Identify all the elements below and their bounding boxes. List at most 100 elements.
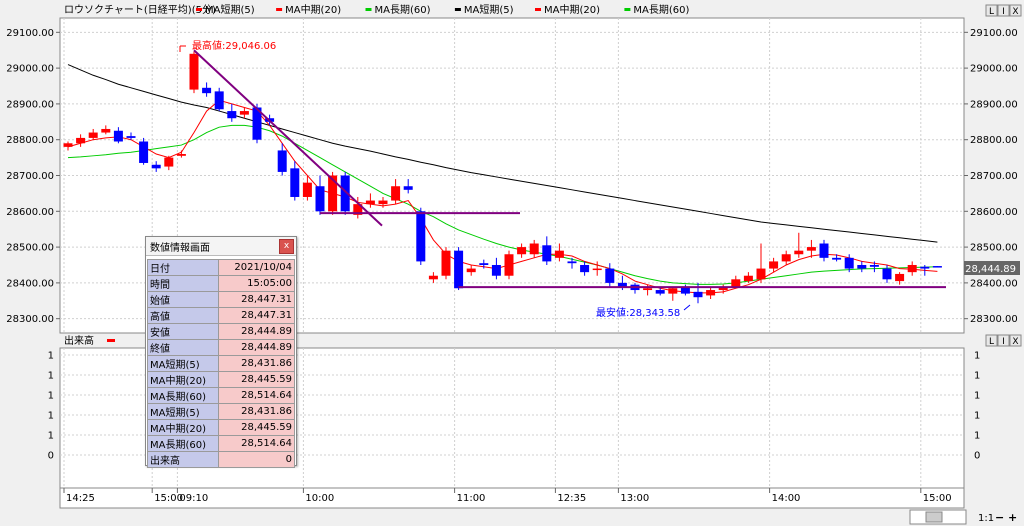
info-panel-close-button[interactable]: x (279, 239, 294, 254)
legend-swatch (276, 8, 283, 11)
candle-body (794, 250, 804, 255)
price-tag: 28,444.89 (964, 261, 1020, 275)
legend-item-label: MA中期(20) (544, 3, 600, 16)
window-buttons-volume[interactable]: LIX (985, 334, 1022, 347)
candle-body (731, 279, 741, 287)
info-row-value: 0 (218, 451, 295, 468)
y-tick-label-right: 28900.00 (970, 99, 1018, 110)
candle-body (932, 266, 942, 268)
legend-swatch (535, 8, 541, 11)
info-row-value: 28,445.59 (218, 371, 295, 388)
candle-body (101, 128, 111, 133)
info-row-key: 終値 (147, 339, 219, 356)
candle-body (819, 243, 829, 258)
y-tick-label-right: 28300.00 (970, 314, 1018, 325)
info-row-value: 28,431.86 (218, 403, 295, 420)
volume-tick-label-right: 1 (974, 411, 980, 422)
window-button-label: L (989, 7, 994, 17)
candle-body (176, 154, 186, 156)
info-row-value: 28,447.31 (218, 307, 295, 324)
info-panel[interactable]: 数値情報画面 x 日付 2021/10/04 時間 15:05:00 始値 28,447.… (145, 236, 297, 468)
info-row: 時間 15:05:00 (147, 275, 295, 292)
candle-body (542, 245, 552, 262)
y-tick-label-left: 28400.00 (6, 278, 54, 289)
y-tick-label-left: 28300.00 (6, 314, 54, 325)
legend: ロウソクチャート(日経平均)(5分) MA短期(5) MA中期(20) MA長期(6… (64, 3, 689, 16)
info-row: MA長期(60) 28,514.64 (147, 387, 295, 404)
volume-label: 出来高 (64, 334, 94, 347)
info-row-key: 日付 (147, 259, 219, 276)
info-row: 高値 28,447.31 (147, 307, 295, 324)
candle-body (907, 264, 917, 273)
legend-item-label: MA短期(5) (205, 3, 255, 16)
info-row-key: 安値 (147, 323, 219, 340)
candle-body (454, 250, 464, 289)
info-row-value: 28,431.86 (218, 355, 295, 372)
y-tick-label-right: 29100.00 (970, 28, 1018, 39)
candle-body (491, 264, 501, 276)
candle-body (139, 141, 149, 163)
legend-item-label: MA短期(5) (464, 3, 514, 16)
window-buttons-top[interactable]: LIX (985, 4, 1022, 17)
candle-body (315, 186, 325, 212)
candle-body (378, 200, 388, 205)
candle-body (920, 266, 930, 269)
info-row: MA中期(20) 28,445.59 (147, 371, 295, 388)
y-tick-label-left: 29000.00 (6, 64, 54, 75)
candle-body (76, 137, 86, 144)
scroll-thumb[interactable] (925, 511, 943, 523)
volume-tick-label-right: 1 (974, 351, 980, 362)
volume-tick-label-right: 1 (974, 371, 980, 382)
zoom-plus-button[interactable]: + (1008, 511, 1017, 524)
y-tick-label-right: 28600.00 (970, 207, 1018, 218)
candle-body (567, 261, 577, 264)
candle-body (756, 268, 766, 280)
low-label: 最安値:28,343.58 (596, 306, 680, 319)
candle-body (164, 157, 174, 167)
y-tick-label-right: 28500.00 (970, 243, 1018, 254)
zoom-controls[interactable]: 1:1 − + (909, 509, 1017, 525)
candle-body (832, 257, 842, 260)
x-tick-label: 14:25 (66, 493, 95, 504)
info-row-key: 時間 (147, 275, 219, 292)
candle-body (302, 182, 312, 197)
candle-body (466, 268, 476, 273)
window-button-label: L (989, 337, 994, 347)
candle-body (895, 273, 905, 282)
window-button-label: X (1012, 337, 1018, 347)
info-row-value: 2021/10/04 (218, 259, 295, 276)
legend-item-label: MA中期(20) (285, 3, 341, 16)
info-panel-title: 数値情報画面 (146, 237, 296, 256)
info-row: 安値 28,444.89 (147, 323, 295, 340)
candle-body (529, 243, 539, 255)
candle-body (617, 282, 627, 287)
zoom-label: 1:1 (978, 513, 994, 524)
candle-body (202, 87, 212, 94)
candle-body (592, 268, 602, 271)
candle-body (214, 91, 224, 110)
candle-body (693, 291, 703, 298)
candle-body (806, 247, 816, 251)
candle-body (517, 247, 527, 255)
candle-body (504, 254, 514, 276)
candle-body (239, 111, 249, 115)
info-row-value: 28,514.64 (218, 387, 295, 404)
info-row-value: 28,447.31 (218, 291, 295, 308)
candle-body (643, 288, 653, 291)
y-tick-label-left: 28700.00 (6, 171, 54, 182)
y-tick-label-left: 28800.00 (6, 135, 54, 146)
candle-body (113, 130, 123, 142)
y-tick-label-left: 28900.00 (6, 99, 54, 110)
candle-body (580, 264, 590, 273)
y-tick-label-left: 28600.00 (6, 207, 54, 218)
info-row: MA中期(20) 28,445.59 (147, 419, 295, 436)
candle-body (769, 261, 779, 269)
high-annotation: 最高値:29,046.06 (179, 39, 276, 52)
candle-body (605, 268, 615, 283)
zoom-minus-button[interactable]: − (995, 511, 1004, 524)
candle-body (479, 263, 489, 265)
volume-tick-label-left: 1 (48, 431, 54, 442)
candle-body (290, 168, 300, 197)
low-annotation: 最安値:28,343.58 (596, 304, 691, 319)
info-row: 終値 28,444.89 (147, 339, 295, 356)
